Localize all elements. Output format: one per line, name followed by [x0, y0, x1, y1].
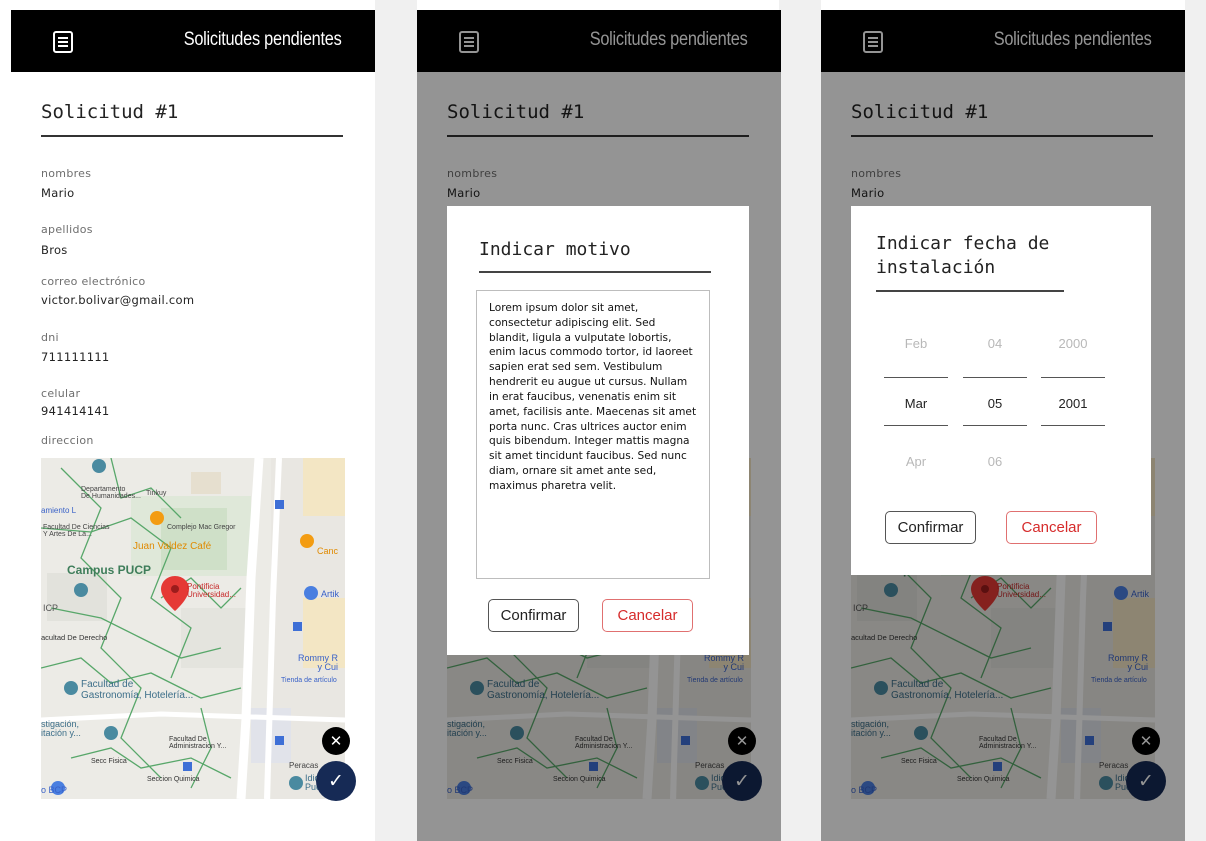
- menu-icon[interactable]: [53, 31, 73, 53]
- reason-dialog-screen: Solicitudes pendientes Solicitud #1 nomb…: [417, 10, 781, 841]
- reject-button[interactable]: ✕: [322, 727, 350, 755]
- picker-day-prev[interactable]: 04: [963, 336, 1027, 351]
- request-detail-screen: Solicitudes pendientes Solicitud #1 nomb…: [11, 10, 375, 841]
- confirm-button[interactable]: Confirmar: [885, 511, 976, 544]
- install-date-dialog: Indicar fecha de instalación Feb 04 2000 Mar…: [851, 206, 1151, 575]
- picker-year-selected[interactable]: 2001: [1041, 396, 1105, 411]
- picker-year-prev[interactable]: 2000: [1041, 336, 1105, 351]
- field-value-nombres: Mario: [41, 186, 75, 200]
- map-label: Tinkuy: [146, 490, 167, 497]
- field-value-dni: 711111111: [41, 350, 110, 364]
- gutter: [375, 0, 417, 841]
- confirm-button[interactable]: Confirmar: [488, 599, 579, 632]
- field-label-dni: dni: [41, 331, 59, 344]
- map-label: Peracas: [289, 761, 319, 770]
- map-label: o BCP: [41, 785, 68, 795]
- picker-divider: [1041, 425, 1105, 426]
- map-label: Artik: [321, 589, 339, 599]
- picker-divider: [1041, 377, 1105, 378]
- field-label-apellidos: apellidos: [41, 223, 93, 236]
- app-bar: Solicitudes pendientes: [11, 10, 375, 72]
- field-label-correo: correo electrónico: [41, 275, 146, 288]
- map-label: Complejo Mac Gregor: [167, 524, 236, 531]
- field-value-celular: 941414141: [41, 404, 110, 418]
- picker-day-next[interactable]: 06: [963, 454, 1027, 469]
- map-label: Departamento De Humanidades...: [81, 486, 141, 501]
- field-label-direccion: direccion: [41, 434, 94, 447]
- picker-month-next[interactable]: Apr: [884, 454, 948, 469]
- field-label-nombres: nombres: [41, 167, 92, 180]
- map-label: Campus PUCP: [67, 563, 152, 577]
- map-label: stigación, itación y...: [41, 719, 81, 739]
- app-bar-title: Solicitudes pendientes: [184, 29, 342, 50]
- address-map[interactable]: Departamento De Humanidades... Tinkuy am…: [41, 458, 345, 799]
- map-label: Rommy R y Cui: [298, 653, 338, 673]
- map-label: Facultad de Gastronomía, Hotelería...: [81, 679, 194, 701]
- map-label: Seccion Quimica: [147, 776, 200, 783]
- gutter: [1185, 0, 1206, 841]
- map-label: Pontificia Universidad...: [187, 582, 236, 600]
- approve-button[interactable]: ✓: [316, 761, 356, 801]
- field-label-celular: celular: [41, 387, 81, 400]
- picker-divider: [884, 377, 948, 378]
- picker-divider: [963, 377, 1027, 378]
- picker-month-prev[interactable]: Feb: [884, 336, 948, 351]
- picker-day-selected[interactable]: 05: [963, 396, 1027, 411]
- picker-month-selected[interactable]: Mar: [884, 396, 948, 411]
- map-label: Juan Valdez Café: [133, 541, 212, 552]
- map-label: ICP: [43, 603, 59, 613]
- reason-textarea[interactable]: Lorem ipsum dolor sit amet, consectetur …: [476, 290, 710, 579]
- map-label: amiento L: [41, 506, 77, 515]
- map-label: Facultad De Administracion Y...: [169, 736, 227, 751]
- close-icon: ✕: [329, 732, 343, 750]
- picker-divider: [963, 425, 1027, 426]
- cancel-button[interactable]: Cancelar: [1006, 511, 1097, 544]
- field-value-apellidos: Bros: [41, 243, 68, 257]
- map-label: acultad De Derecho: [41, 633, 108, 642]
- request-title: Solicitud #1: [41, 101, 343, 137]
- picker-divider: [884, 425, 948, 426]
- check-icon: ✓: [328, 770, 344, 792]
- dialog-title: Indicar fecha de instalación: [876, 232, 1064, 292]
- screens-canvas: Solicitudes pendientes Solicitud #1 nomb…: [0, 0, 1206, 841]
- reason-dialog: Indicar motivo Lorem ipsum dolor sit amet…: [447, 206, 749, 655]
- map-label: Canc: [317, 546, 339, 556]
- install-date-dialog-screen: Solicitudes pendientes Solicitud #1 nomb…: [821, 10, 1185, 841]
- cancel-button[interactable]: Cancelar: [602, 599, 693, 632]
- dialog-title: Indicar motivo: [479, 233, 711, 273]
- field-value-correo: victor.bolivar@gmail.com: [41, 293, 195, 307]
- map-label: Tienda de artículo: [281, 677, 337, 684]
- map-label: Secc Fisica: [91, 758, 127, 765]
- map-label: Facultad De Ciencias Y Artes De La...: [43, 524, 110, 539]
- gutter: [779, 0, 821, 841]
